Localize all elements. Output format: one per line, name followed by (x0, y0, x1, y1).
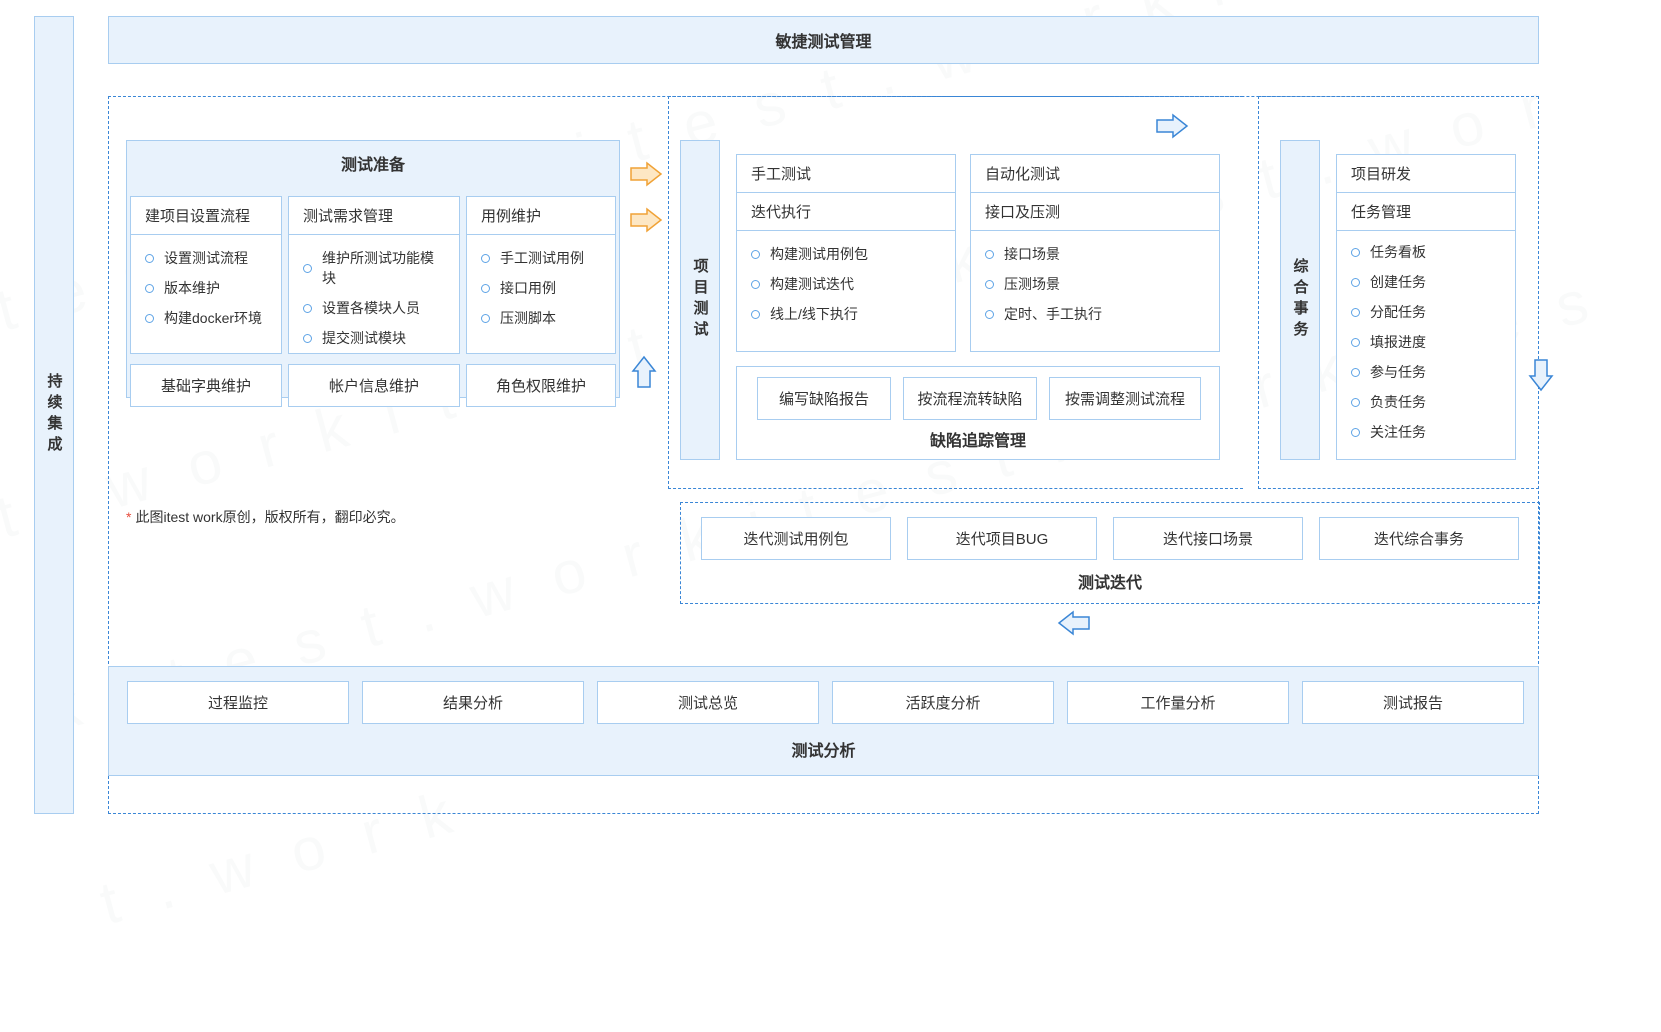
auto-i1: 压测场景 (985, 269, 1205, 299)
prep-col3: 用例维护 手工测试用例 接口用例 压测脚本 (466, 196, 616, 354)
auto-sub: 接口及压测 (971, 193, 1219, 231)
prep-col1-i2: 构建docker环境 (145, 303, 267, 333)
manual-card: 手工测试 迭代执行 构建测试用例包 构建测试迭代 线上/线下执行 (736, 154, 956, 352)
rnd-i2: 分配任务 (1351, 297, 1501, 327)
defect-b0: 编写缺陷报告 (757, 377, 891, 420)
manual-sub: 迭代执行 (737, 193, 955, 231)
rnd-i5: 负责任务 (1351, 387, 1501, 417)
auto-i0: 接口场景 (985, 239, 1205, 269)
rnd-sub: 任务管理 (1337, 193, 1515, 231)
footnote: *此图itest work原创，版权所有，翻印必究。 (126, 507, 405, 527)
rnd-body: 任务看板 创建任务 分配任务 填报进度 参与任务 负责任务 关注任务 (1337, 231, 1515, 459)
arrow-orange-1 (629, 161, 663, 187)
prep-col1-i0: 设置测试流程 (145, 243, 267, 273)
auto-i2: 定时、手工执行 (985, 299, 1205, 329)
rnd-i4: 参与任务 (1351, 357, 1501, 387)
ana-b0: 过程监控 (127, 681, 349, 724)
auto-body: 接口场景 压测场景 定时、手工执行 (971, 231, 1219, 341)
footnote-text: 此图itest work原创，版权所有，翻印必究。 (135, 509, 404, 525)
defect-container: 编写缺陷报告 按流程流转缺陷 按需调整测试流程 缺陷追踪管理 (736, 366, 1220, 460)
ana-b5: 测试报告 (1302, 681, 1524, 724)
arrow-blue-left (1057, 610, 1091, 636)
project-test-label: 项目测试 (690, 258, 711, 342)
rnd-head: 项目研发 (1337, 155, 1515, 193)
iter-b2: 迭代接口场景 (1113, 517, 1303, 560)
prep-col2-i0: 维护所测试功能模块 (303, 243, 445, 293)
ana-b3: 活跃度分析 (832, 681, 1054, 724)
title-bar: 敏捷测试管理 (108, 16, 1539, 64)
prep-b2: 角色权限维护 (466, 364, 616, 407)
analysis-label: 测试分析 (109, 737, 1538, 761)
auto-card: 自动化测试 接口及压测 接口场景 压测场景 定时、手工执行 (970, 154, 1220, 352)
iter-b1: 迭代项目BUG (907, 517, 1097, 560)
defect-label: 缺陷追踪管理 (737, 427, 1219, 451)
prep-col2-body: 维护所测试功能模块 设置各模块人员 提交测试模块 (289, 235, 459, 365)
prep-col1-body: 设置测试流程 版本维护 构建docker环境 (131, 235, 281, 345)
prep-col2: 测试需求管理 维护所测试功能模块 设置各模块人员 提交测试模块 (288, 196, 460, 354)
ci-label: 持续集成 (44, 373, 65, 457)
arrow-blue-right-top (1155, 113, 1189, 139)
prep-b1: 帐户信息维护 (288, 364, 460, 407)
analysis-container: 过程监控 结果分析 测试总览 活跃度分析 工作量分析 测试报告 测试分析 (108, 666, 1539, 776)
iteration-dashed: 迭代测试用例包 迭代项目BUG 迭代接口场景 迭代综合事务 测试迭代 (680, 502, 1540, 604)
manual-head: 手工测试 (737, 155, 955, 193)
arrow-blue-up (631, 355, 657, 389)
prep-col3-i0: 手工测试用例 (481, 243, 601, 273)
ana-b1: 结果分析 (362, 681, 584, 724)
iteration-label: 测试迭代 (681, 569, 1539, 593)
prep-col2-i2: 提交测试模块 (303, 323, 445, 353)
project-test-bar: 项目测试 (680, 140, 720, 460)
manual-i1: 构建测试迭代 (751, 269, 941, 299)
iter-b0: 迭代测试用例包 (701, 517, 891, 560)
prep-col3-i2: 压测脚本 (481, 303, 601, 333)
defect-b1: 按流程流转缺陷 (903, 377, 1037, 420)
prep-col1-head: 建项目设置流程 (131, 197, 281, 235)
rnd-card: 项目研发 任务管理 任务看板 创建任务 分配任务 填报进度 参与任务 负责任务 … (1336, 154, 1516, 460)
prep-col3-head: 用例维护 (467, 197, 615, 235)
ana-b4: 工作量分析 (1067, 681, 1289, 724)
arrow-blue-down (1528, 358, 1554, 392)
prep-col2-i1: 设置各模块人员 (303, 293, 445, 323)
prep-col1-i1: 版本维护 (145, 273, 267, 303)
prep-col2-head: 测试需求管理 (289, 197, 459, 235)
prep-col3-i1: 接口用例 (481, 273, 601, 303)
manual-body: 构建测试用例包 构建测试迭代 线上/线下执行 (737, 231, 955, 341)
manual-i2: 线上/线下执行 (751, 299, 941, 329)
affairs-bar: 综合事务 (1280, 140, 1320, 460)
diagram-root: 敏捷测试管理 持续集成 测试准备 建项目设置流程 设置测试流程 版本维护 构建d… (0, 0, 1661, 831)
iter-b3: 迭代综合事务 (1319, 517, 1519, 560)
affairs-label: 综合事务 (1290, 258, 1311, 342)
defect-b2: 按需调整测试流程 (1049, 377, 1201, 420)
ci-bar: 持续集成 (34, 16, 74, 814)
manual-i0: 构建测试用例包 (751, 239, 941, 269)
arrow-orange-2 (629, 207, 663, 233)
prep-col3-body: 手工测试用例 接口用例 压测脚本 (467, 235, 615, 345)
rnd-i1: 创建任务 (1351, 267, 1501, 297)
rnd-i3: 填报进度 (1351, 327, 1501, 357)
title-text: 敏捷测试管理 (775, 28, 871, 52)
prep-col1: 建项目设置流程 设置测试流程 版本维护 构建docker环境 (130, 196, 282, 354)
auto-head: 自动化测试 (971, 155, 1219, 193)
rnd-i0: 任务看板 (1351, 237, 1501, 267)
test-prep-title: 测试准备 (127, 141, 619, 185)
rnd-i6: 关注任务 (1351, 417, 1501, 447)
ana-b2: 测试总览 (597, 681, 819, 724)
footnote-star: * (126, 509, 131, 525)
prep-b0: 基础字典维护 (130, 364, 282, 407)
